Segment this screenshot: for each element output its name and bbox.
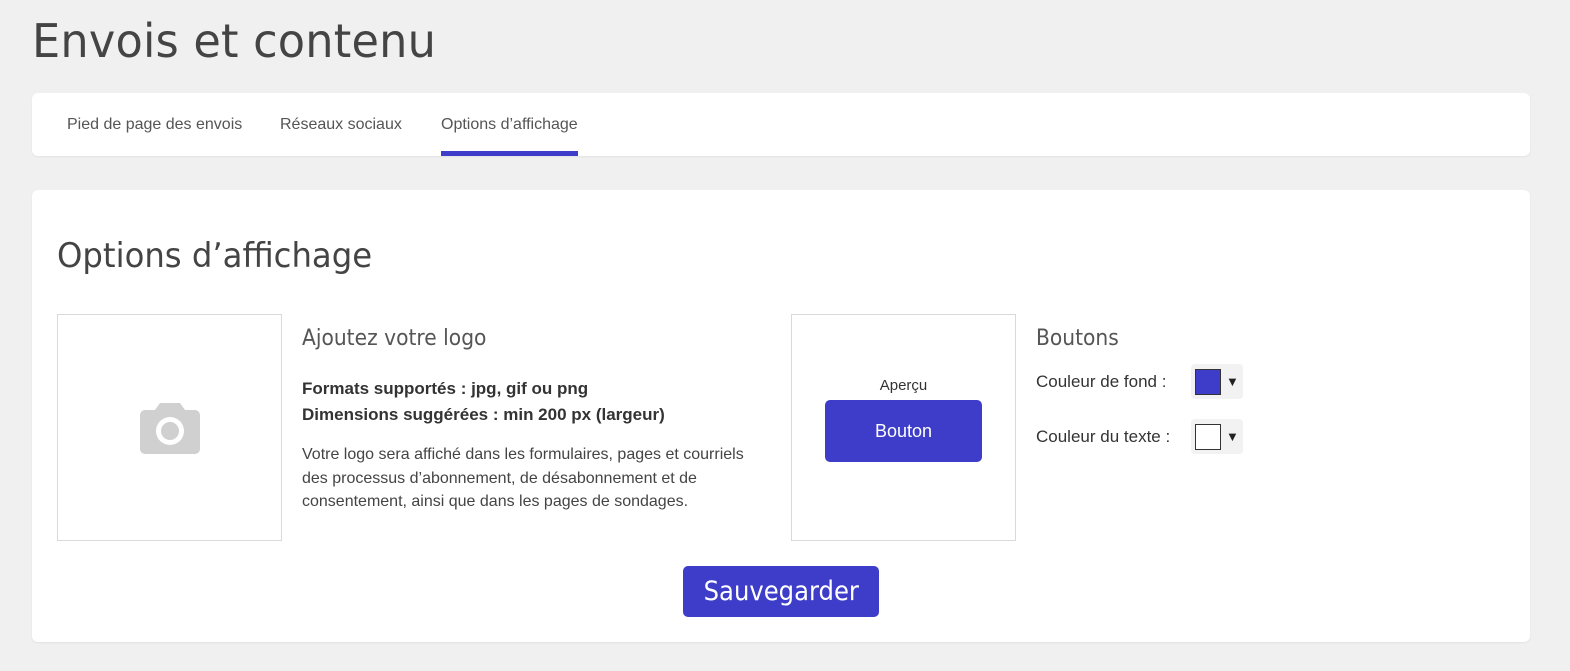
section-title: Options d’affichage: [57, 236, 373, 276]
tabs-bar: Pied de page des envois Réseaux sociaux …: [32, 93, 1530, 156]
logo-upload-box[interactable]: [57, 314, 282, 541]
camera-icon: [140, 403, 200, 454]
logo-description: Votre logo sera affiché dans les formula…: [302, 446, 744, 510]
text-color-row: Couleur du texte : ▼: [1036, 419, 1243, 454]
tab-pied-de-page[interactable]: Pied de page des envois: [67, 93, 242, 156]
buttons-heading: Boutons: [1036, 326, 1119, 351]
background-color-picker[interactable]: ▼: [1191, 364, 1243, 399]
logo-requirements: Formats supportés : jpg, gif ou png Dime…: [302, 376, 772, 428]
preview-label: Aperçu: [879, 377, 928, 394]
display-options-card: Options d’affichage Ajoutez votre logo F…: [32, 190, 1530, 642]
dropdown-caret-icon: ▼: [1226, 429, 1239, 444]
button-preview-box: Aperçu Bouton: [791, 314, 1016, 541]
logo-info: Ajoutez votre logo Formats supportés : j…: [302, 326, 772, 514]
page-title: Envois et contenu: [32, 14, 437, 68]
logo-dimensions: Dimensions suggérées : min 200 px (large…: [302, 405, 665, 424]
dropdown-caret-icon: ▼: [1226, 374, 1239, 389]
text-color-label: Couleur du texte :: [1036, 426, 1171, 446]
buttons-settings: Boutons Couleur de fond : ▼ Couleur du t…: [1036, 326, 1296, 454]
tab-options-affichage[interactable]: Options d’affichage: [441, 93, 578, 156]
preview-button[interactable]: Bouton: [825, 400, 982, 462]
save-button[interactable]: Sauvegarder: [683, 566, 879, 617]
background-color-row: Couleur de fond : ▼: [1036, 364, 1243, 399]
text-color-swatch: [1195, 423, 1221, 450]
logo-formats: Formats supportés : jpg, gif ou png: [302, 379, 589, 398]
tab-reseaux-sociaux[interactable]: Réseaux sociaux: [280, 93, 402, 156]
logo-heading: Ajoutez votre logo: [302, 326, 487, 351]
text-color-picker[interactable]: ▼: [1191, 419, 1243, 454]
background-color-label: Couleur de fond :: [1036, 371, 1167, 391]
save-button-label: Sauvegarder: [703, 576, 859, 607]
background-color-swatch: [1195, 368, 1221, 395]
